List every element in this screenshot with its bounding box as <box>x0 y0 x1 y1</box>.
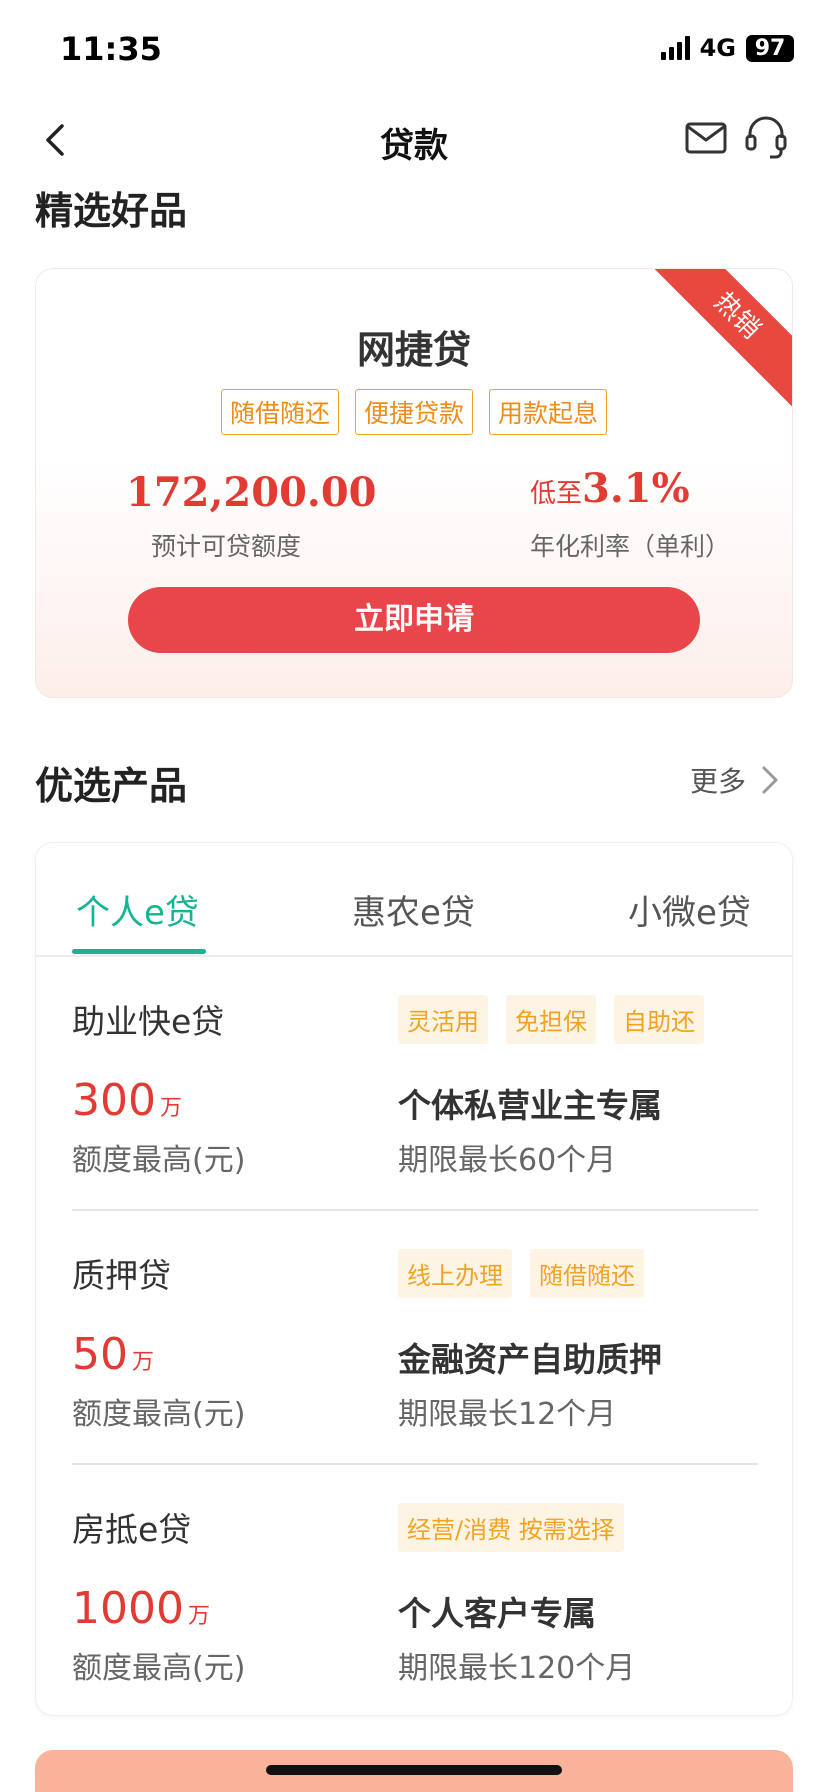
tab-smallbiz-eloan[interactable]: 小微e贷 <box>628 885 751 934</box>
limit-unit: 万 <box>187 1604 210 1629</box>
tab-personal-eloan[interactable]: 个人e贷 <box>76 885 199 934</box>
product-item[interactable]: 房抵e贷 经营/消费 按需选择 1000 万 额度最高(元) 个人客户专属 期限最… <box>72 1467 758 1715</box>
product-name: 助业快e贷 <box>72 1002 225 1041</box>
product-tags: 经营/消费 按需选择 <box>398 1503 624 1552</box>
product-tabs: 个人e贷 惠农e贷 小微e贷 <box>36 843 792 957</box>
limit-label: 额度最高(元) <box>72 1143 246 1178</box>
limit-label: 额度最高(元) <box>72 1397 246 1432</box>
tab-agri-eloan[interactable]: 惠农e贷 <box>352 885 475 934</box>
product-term: 期限最长12个月 <box>398 1397 617 1432</box>
limit-value: 300 <box>72 1075 156 1126</box>
product-limit: 300 万 <box>72 1075 182 1126</box>
product-term: 期限最长120个月 <box>398 1651 636 1686</box>
product-tag: 经营/消费 按需选择 <box>398 1503 624 1552</box>
limit-label: 额度最高(元) <box>72 1651 246 1686</box>
loan-amount: 172,200.00 <box>126 469 377 516</box>
product-feature: 个体私营业主专属 <box>398 1086 662 1125</box>
product-item[interactable]: 助业快e贷 灵活用 免担保 自助还 300 万 额度最高(元) 个体私营业主专属 … <box>72 959 758 1211</box>
product-limit: 50 万 <box>72 1329 154 1380</box>
product-feature: 金融资产自助质押 <box>398 1340 662 1379</box>
featured-tag: 便捷贷款 <box>354 389 473 435</box>
signal-icon <box>660 36 690 60</box>
chevron-right-icon <box>762 766 778 794</box>
apply-now-button[interactable]: 立即申请 <box>128 587 700 653</box>
product-tags: 线上办理 随借随还 <box>398 1249 644 1298</box>
product-tags: 灵活用 免担保 自助还 <box>398 995 704 1044</box>
limit-value: 1000 <box>72 1583 184 1634</box>
product-term: 期限最长60个月 <box>398 1143 617 1178</box>
status-bar: 11:35 4G 97 <box>0 0 828 96</box>
home-indicator <box>266 1765 562 1775</box>
product-feature: 个人客户专属 <box>398 1594 596 1633</box>
product-item[interactable]: 质押贷 线上办理 随借随还 50 万 额度最高(元) 金融资产自助质押 期限最长1… <box>72 1213 758 1465</box>
interest-rate: 低至3.1% <box>530 465 690 512</box>
product-tag: 灵活用 <box>398 995 488 1044</box>
product-limit: 1000 万 <box>72 1583 210 1634</box>
network-type: 4G <box>699 34 736 62</box>
product-tag: 线上办理 <box>398 1249 512 1298</box>
product-list-card: 个人e贷 惠农e贷 小微e贷 助业快e贷 灵活用 免担保 自助还 300 万 额度… <box>35 842 793 1716</box>
featured-section-title: 精选好品 <box>35 189 188 233</box>
product-tag: 自助还 <box>614 995 704 1044</box>
battery-icon: 97 <box>746 34 794 62</box>
mail-icon[interactable] <box>684 116 728 160</box>
featured-tag: 随借随还 <box>220 389 339 435</box>
rate-value: 3.1% <box>582 465 690 512</box>
rate-prefix: 低至 <box>530 479 583 509</box>
featured-product-name: 网捷贷 <box>356 328 471 372</box>
status-time: 11:35 <box>60 30 162 68</box>
product-name: 质押贷 <box>72 1256 171 1295</box>
customer-service-icon[interactable] <box>744 114 788 160</box>
divider <box>72 1463 758 1465</box>
product-name: 房抵e贷 <box>72 1510 192 1549</box>
product-tag: 随借随还 <box>530 1249 644 1298</box>
more-link[interactable]: 更多 <box>690 760 780 800</box>
limit-unit: 万 <box>132 1350 155 1375</box>
limit-value: 50 <box>72 1329 128 1380</box>
products-section-title: 优选产品 <box>35 764 188 808</box>
more-label: 更多 <box>690 765 747 798</box>
status-indicators: 4G 97 <box>660 34 794 62</box>
rate-label: 年化利率（单利） <box>530 532 731 561</box>
loan-amount-label: 预计可贷额度 <box>150 532 301 561</box>
featured-tag: 用款起息 <box>489 389 608 435</box>
featured-product-card[interactable]: 热销 网捷贷 随借随还 便捷贷款 用款起息 172,200.00 预计可贷额度 … <box>35 268 793 698</box>
featured-tags: 随借随还 便捷贷款 用款起息 <box>36 389 792 435</box>
nav-bar: 贷款 <box>0 96 828 186</box>
active-tab-indicator <box>72 949 206 954</box>
product-tag: 免担保 <box>506 995 596 1044</box>
limit-unit: 万 <box>159 1096 182 1121</box>
divider <box>72 1209 758 1211</box>
